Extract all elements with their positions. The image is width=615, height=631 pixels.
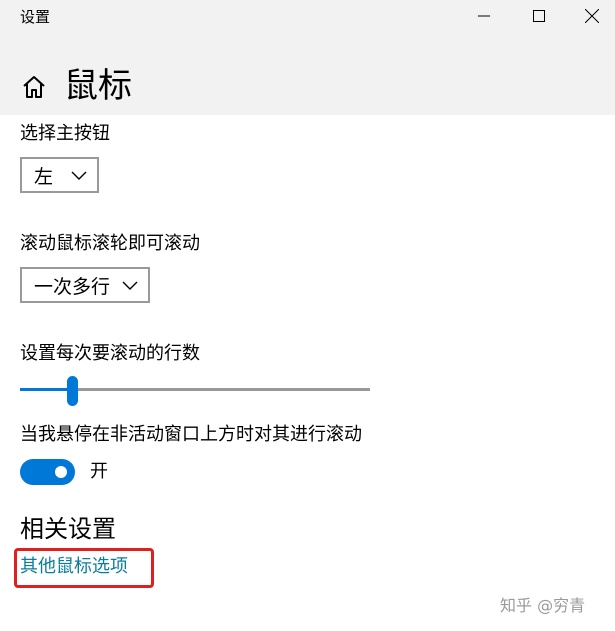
close-button[interactable] [566, 0, 615, 32]
related-settings-heading: 相关设置 [20, 515, 116, 543]
scroll-wheel-dropdown[interactable]: 一次多行 [20, 267, 150, 303]
maximize-button[interactable] [513, 0, 565, 32]
close-icon [585, 9, 599, 23]
home-icon[interactable] [21, 74, 47, 100]
scroll-wheel-label: 滚动鼠标滚轮即可滚动 [20, 233, 200, 254]
other-mouse-options-link[interactable]: 其他鼠标选项 [20, 555, 128, 579]
chevron-down-icon [71, 171, 87, 180]
minimize-icon [478, 15, 490, 17]
inactive-scroll-state: 开 [90, 461, 108, 482]
primary-button-value: 左 [34, 165, 54, 188]
page-title: 鼠标 [64, 66, 132, 106]
watermark: 知乎 @穷青 [500, 596, 586, 615]
chevron-down-icon [122, 281, 138, 290]
toggle-knob [55, 466, 67, 478]
scroll-lines-slider-fill[interactable] [20, 388, 72, 391]
scroll-wheel-value: 一次多行 [34, 275, 111, 298]
scroll-lines-slider-thumb[interactable] [67, 376, 78, 406]
inactive-scroll-toggle[interactable] [20, 459, 75, 485]
window-title: 设置 [20, 8, 51, 26]
title-bar-area: 设置 鼠标 [0, 0, 615, 115]
scroll-lines-slider-track[interactable] [72, 388, 370, 391]
primary-button-label: 选择主按钮 [20, 123, 110, 144]
primary-button-dropdown[interactable]: 左 [20, 157, 99, 193]
minimize-button[interactable] [458, 0, 510, 32]
scroll-lines-label: 设置每次要滚动的行数 [20, 343, 200, 364]
maximize-icon [533, 10, 545, 22]
inactive-scroll-label: 当我悬停在非活动窗口上方时对其进行滚动 [20, 424, 362, 445]
